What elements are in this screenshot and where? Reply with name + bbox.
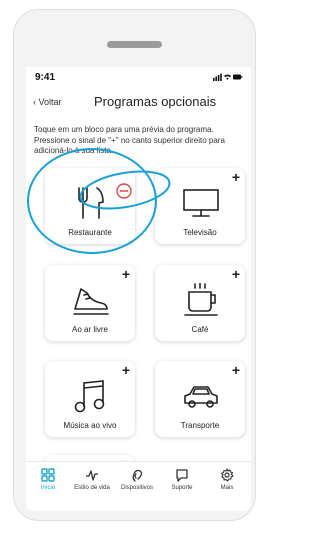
back-button[interactable]: ‹ Voltar (33, 97, 62, 107)
chat-icon (176, 469, 188, 482)
gear-icon (220, 468, 234, 482)
add-program-button[interactable]: + (122, 266, 130, 282)
status-time: 9:41 (35, 72, 56, 83)
tab-label: Início (40, 485, 56, 491)
status-bar: 9:41 (26, 67, 251, 89)
music-note-icon (74, 380, 105, 413)
grid-icon (41, 468, 55, 482)
program-card-cafe[interactable]: + Café (155, 265, 245, 341)
car-icon (184, 386, 218, 408)
add-program-button[interactable]: + (122, 362, 130, 378)
card-label: Televisão (183, 228, 217, 237)
bottom-tab-bar: Início Estilo de vida Dispositivos Supor… (26, 461, 251, 511)
tab-estilo-de-vida[interactable]: Estilo de vida (70, 468, 114, 491)
tab-suporte[interactable]: Suporte (160, 468, 204, 491)
page-title: Programas opcionais (94, 94, 217, 109)
signal-wifi-battery-icon (213, 73, 243, 81)
tab-dispositivos[interactable]: Dispositivos (115, 468, 159, 491)
card-label: Música ao vivo (63, 421, 117, 430)
tab-label: Dispositivos (120, 485, 153, 491)
activity-icon (86, 470, 98, 481)
program-card-televisao[interactable]: + Televisão (155, 168, 245, 244)
coffee-cup-icon (184, 283, 218, 316)
instructions-text: Toque em um bloco para uma prévia do pro… (34, 125, 225, 155)
tab-label: Mais (220, 485, 234, 491)
tab-label: Suporte (171, 485, 193, 491)
nav-header: ‹ Voltar Programas opcionais (26, 91, 251, 113)
card-label: Ao ar livre (71, 325, 108, 334)
add-program-button[interactable]: + (232, 362, 240, 378)
card-label: Restaurante (68, 228, 112, 237)
add-program-button[interactable]: + (232, 169, 240, 185)
phone-speaker (107, 41, 162, 48)
card-label: Transporte (180, 421, 220, 430)
status-icons (213, 73, 243, 83)
back-label[interactable]: Voltar (39, 97, 62, 107)
program-card-restaurante[interactable]: Restaurante (45, 168, 135, 244)
tab-label: Estilo de vida (74, 485, 110, 491)
hearing-aid-icon (132, 469, 143, 482)
program-card-transporte[interactable]: + Transporte (155, 361, 245, 437)
tab-inicio[interactable]: Início (26, 468, 70, 491)
fork-knife-icon (78, 187, 104, 219)
program-card-ao-ar-livre[interactable]: + Ao ar livre (45, 265, 135, 341)
television-icon (183, 189, 219, 217)
tab-mais[interactable]: Mais (205, 468, 249, 491)
add-program-button[interactable]: + (232, 266, 240, 282)
program-card-musica-ao-vivo[interactable]: + Música ao vivo (45, 361, 135, 437)
app-screen: 9:41 ‹ Voltar Programas opcionais Toque … (26, 67, 251, 511)
shoe-icon (73, 288, 109, 315)
card-label: Café (191, 325, 209, 334)
